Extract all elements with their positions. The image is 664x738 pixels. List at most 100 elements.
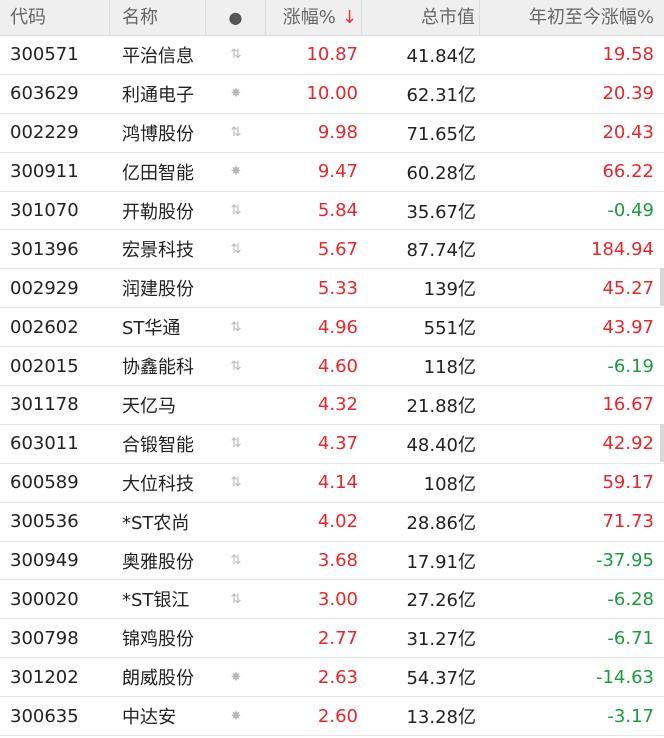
stock-code: 600589: [10, 472, 79, 494]
stock-code: 002229: [10, 122, 79, 144]
ytd-change: 71.73: [602, 511, 654, 533]
change-percent: 5.84: [317, 200, 358, 221]
change-percent: 10.87: [306, 44, 358, 66]
stock-code: 300020: [10, 588, 79, 610]
table-row[interactable]: 603011 合锻智能 ⇅ 4.37 48.40亿 42.92: [0, 425, 664, 464]
star-icon: ✸: [230, 708, 242, 724]
stock-name: 天亿马: [122, 395, 176, 417]
change-percent: 4.60: [317, 355, 358, 377]
arrows-icon: ⇅: [230, 591, 242, 607]
stock-code: 301070: [10, 200, 79, 221]
table-row[interactable]: 301178 天亿马 4.32 21.88亿 16.67: [0, 386, 664, 425]
table-row[interactable]: 300020 *ST银江 ⇅ 3.00 27.26亿 -6.28: [0, 580, 664, 620]
table-row[interactable]: 300635 中达安 ✸ 2.60 13.28亿 -3.17: [0, 697, 664, 737]
change-percent: 4.14: [317, 472, 358, 494]
stock-name: 奥雅股份: [122, 551, 194, 573]
arrows-icon: ⇅: [230, 436, 242, 452]
change-percent: 4.96: [317, 316, 358, 338]
market-cap: 27.26亿: [406, 590, 476, 612]
table-row[interactable]: 002929 润建股份 5.33 139亿 45.27: [0, 269, 664, 309]
table-row[interactable]: 300911 亿田智能 ✸ 9.47 60.28亿 66.22: [0, 153, 664, 192]
header-market-cap[interactable]: 总市值: [362, 0, 480, 36]
star-icon: ✸: [230, 164, 242, 180]
stock-table: 代码 名称 ● 涨幅% ↓ 总市值 年初至今涨幅% 300571 平治信息 ⇅ 10.8…: [0, 0, 664, 737]
stock-name: 鸿博股份: [122, 123, 194, 145]
stock-name: 润建股份: [122, 279, 194, 301]
market-cap: 71.65亿: [406, 123, 476, 145]
stock-name: 合锻智能: [122, 434, 194, 456]
table-header: 代码 名称 ● 涨幅% ↓ 总市值 年初至今涨幅%: [0, 0, 664, 36]
stock-name: *ST银江: [122, 590, 190, 612]
change-percent: 9.47: [317, 161, 358, 183]
arrows-icon: ⇅: [230, 241, 242, 257]
stock-code: 300536: [10, 511, 79, 533]
ytd-change: -6.28: [607, 588, 654, 610]
ytd-change: 19.58: [602, 44, 654, 66]
market-cap: 35.67亿: [406, 201, 476, 223]
table-row[interactable]: 300536 *ST农尚 4.02 28.86亿 71.73: [0, 503, 664, 542]
stock-name: ST华通: [122, 318, 181, 340]
ytd-change: -6.71: [607, 627, 654, 649]
market-cap: 28.86亿: [406, 512, 476, 534]
ytd-change: 16.67: [602, 394, 654, 416]
table-row[interactable]: 300798 锦鸡股份 2.77 31.27亿 -6.71: [0, 619, 664, 659]
header-code[interactable]: 代码: [0, 0, 110, 36]
stock-code: 002929: [10, 277, 79, 299]
change-percent: 3.00: [317, 588, 358, 610]
table-row[interactable]: 300949 奥雅股份 ⇅ 3.68 17.91亿 -37.95: [0, 542, 664, 581]
stock-code: 301396: [10, 238, 79, 260]
table-row[interactable]: 300571 平治信息 ⇅ 10.87 41.84亿 19.58: [0, 36, 664, 75]
table-row[interactable]: 301070 开勒股份 ⇅ 5.84 35.67亿 -0.49: [0, 192, 664, 231]
ytd-change: 184.94: [591, 238, 654, 260]
table-body: 300571 平治信息 ⇅ 10.87 41.84亿 19.58 603629 利通电子 ✸ 10…: [0, 36, 664, 737]
header-dot-icon[interactable]: ●: [206, 0, 266, 36]
market-cap: 139亿: [423, 279, 476, 301]
market-cap: 31.27亿: [406, 629, 476, 651]
scrollbar-thumb[interactable]: [660, 268, 664, 306]
header-ytd[interactable]: 年初至今涨幅%: [480, 0, 664, 36]
change-percent: 9.98: [317, 122, 358, 144]
stock-code: 301202: [10, 666, 79, 688]
stock-code: 603011: [10, 433, 79, 455]
change-percent: 5.67: [317, 238, 358, 260]
table-row[interactable]: 301202 朗威股份 ✸ 2.63 54.37亿 -14.63: [0, 658, 664, 698]
arrows-icon: ⇅: [230, 358, 242, 374]
market-cap: 118亿: [423, 357, 476, 379]
change-percent: 5.33: [317, 277, 358, 299]
table-row[interactable]: 002229 鸿博股份 ⇅ 9.98 71.65亿 20.43: [0, 114, 664, 153]
sort-desc-icon: ↓: [341, 6, 357, 28]
table-row[interactable]: 002015 协鑫能科 ⇅ 4.60 118亿 -6.19: [0, 347, 664, 387]
header-change[interactable]: 涨幅% ↓: [266, 0, 362, 36]
table-row[interactable]: 002602 ST华通 ⇅ 4.96 551亿 43.97: [0, 308, 664, 348]
stock-code: 300949: [10, 550, 79, 572]
ytd-change: 59.17: [602, 472, 654, 494]
ytd-change: 45.27: [602, 277, 654, 299]
star-icon: ✸: [230, 86, 242, 102]
change-percent: 3.68: [317, 550, 358, 572]
stock-code: 002602: [10, 316, 79, 338]
ytd-change: -14.63: [595, 666, 654, 688]
change-percent: 4.37: [317, 433, 358, 455]
market-cap: 41.84亿: [406, 45, 476, 67]
change-percent: 4.32: [317, 394, 358, 416]
stock-name: 大位科技: [122, 473, 194, 495]
ytd-change: -3.17: [607, 705, 654, 727]
table-row[interactable]: 603629 利通电子 ✸ 10.00 62.31亿 20.39: [0, 75, 664, 114]
change-percent: 10.00: [306, 83, 358, 105]
market-cap: 48.40亿: [406, 434, 476, 456]
table-row[interactable]: 600589 大位科技 ⇅ 4.14 108亿 59.17: [0, 464, 664, 503]
stock-name: 协鑫能科: [122, 357, 194, 379]
stock-name: 亿田智能: [122, 162, 194, 184]
header-name[interactable]: 名称: [110, 0, 206, 36]
scrollbar-thumb-2[interactable]: [660, 424, 664, 462]
arrows-icon: ⇅: [230, 475, 242, 491]
market-cap: 62.31亿: [406, 84, 476, 106]
stock-name: 锦鸡股份: [122, 629, 194, 651]
change-percent: 2.60: [317, 705, 358, 727]
table-row[interactable]: 301396 宏景科技 ⇅ 5.67 87.74亿 184.94: [0, 230, 664, 270]
stock-code: 301178: [10, 394, 79, 416]
ytd-change: 66.22: [602, 161, 654, 183]
ytd-change: 20.43: [602, 122, 654, 144]
arrows-icon: ⇅: [230, 319, 242, 335]
stock-code: 300911: [10, 161, 79, 183]
